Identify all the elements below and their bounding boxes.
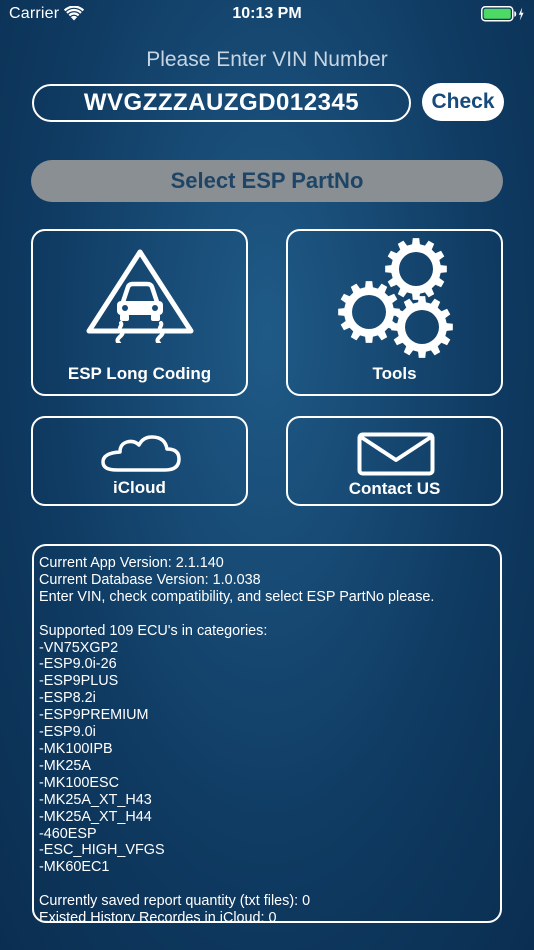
- info-line: Supported 109 ECU's in categories:: [39, 622, 268, 639]
- check-button[interactable]: Check: [422, 83, 504, 121]
- info-text: Current App Version: 2.1.140 Current Data…: [39, 555, 496, 923]
- info-line: -460ESP: [39, 825, 97, 842]
- vin-input[interactable]: [32, 84, 411, 122]
- info-line: -MK25A_XT_H43: [39, 791, 152, 808]
- info-line: -MK25A_XT_H44: [39, 808, 152, 825]
- esp-long-coding-label: ESP Long Coding: [67, 364, 212, 383]
- info-line: Current Database Version: 1.0.038: [39, 571, 261, 588]
- cloud-icon: [101, 435, 181, 472]
- contact-us-tile[interactable]: Contact US: [286, 416, 503, 506]
- info-text-area[interactable]: Current App Version: 2.1.140 Current Data…: [32, 544, 502, 923]
- esp-long-coding-tile[interactable]: ESP Long Coding: [31, 229, 248, 396]
- info-line: -ESP9.0i-26: [39, 656, 117, 673]
- contact-us-label: Contact US: [348, 479, 441, 498]
- info-line: -ESP9PREMIUM: [39, 707, 149, 724]
- info-line: Enter VIN, check compatibility, and sele…: [39, 588, 435, 605]
- battery-charging-icon: [481, 6, 525, 27]
- select-esp-partno-button[interactable]: Select ESP PartNo: [31, 160, 503, 202]
- envelope-icon: [357, 432, 435, 476]
- icloud-tile[interactable]: iCloud: [31, 416, 248, 506]
- tools-tile[interactable]: Tools: [286, 229, 503, 396]
- info-line: -MK60EC1: [39, 859, 110, 876]
- status-bar: Carrier 10:13 PM: [0, 0, 534, 28]
- gears-icon: [338, 238, 453, 358]
- info-line: -MK100ESC: [39, 774, 119, 791]
- tools-label: Tools: [372, 364, 417, 383]
- info-line: [39, 606, 496, 623]
- gear-icon: [391, 296, 453, 358]
- info-line: Currently saved report quantity (txt fil…: [39, 893, 311, 910]
- skidding-car-warning-icon: [86, 249, 194, 343]
- info-line: [39, 876, 496, 893]
- icloud-label: iCloud: [113, 478, 166, 497]
- info-line: -MK100IPB: [39, 740, 113, 757]
- info-line: -ESP9PLUS: [39, 673, 119, 690]
- vin-prompt: Please Enter VIN Number: [146, 48, 388, 71]
- info-line: -ESP8.2i: [39, 690, 96, 707]
- info-line: -ESC_HIGH_VFGS: [39, 842, 165, 859]
- info-line: -ESP9.0i: [39, 724, 96, 741]
- info-line: Existed History Recordes in iCloud: 0: [39, 910, 277, 923]
- gear-icon: [338, 281, 400, 343]
- status-time: 10:13 PM: [232, 5, 302, 22]
- gear-icon: [385, 238, 447, 300]
- info-line: Current App Version: 2.1.140: [39, 555, 224, 571]
- info-line: -VN75XGP2: [39, 639, 119, 656]
- info-line: -MK25A: [39, 757, 91, 774]
